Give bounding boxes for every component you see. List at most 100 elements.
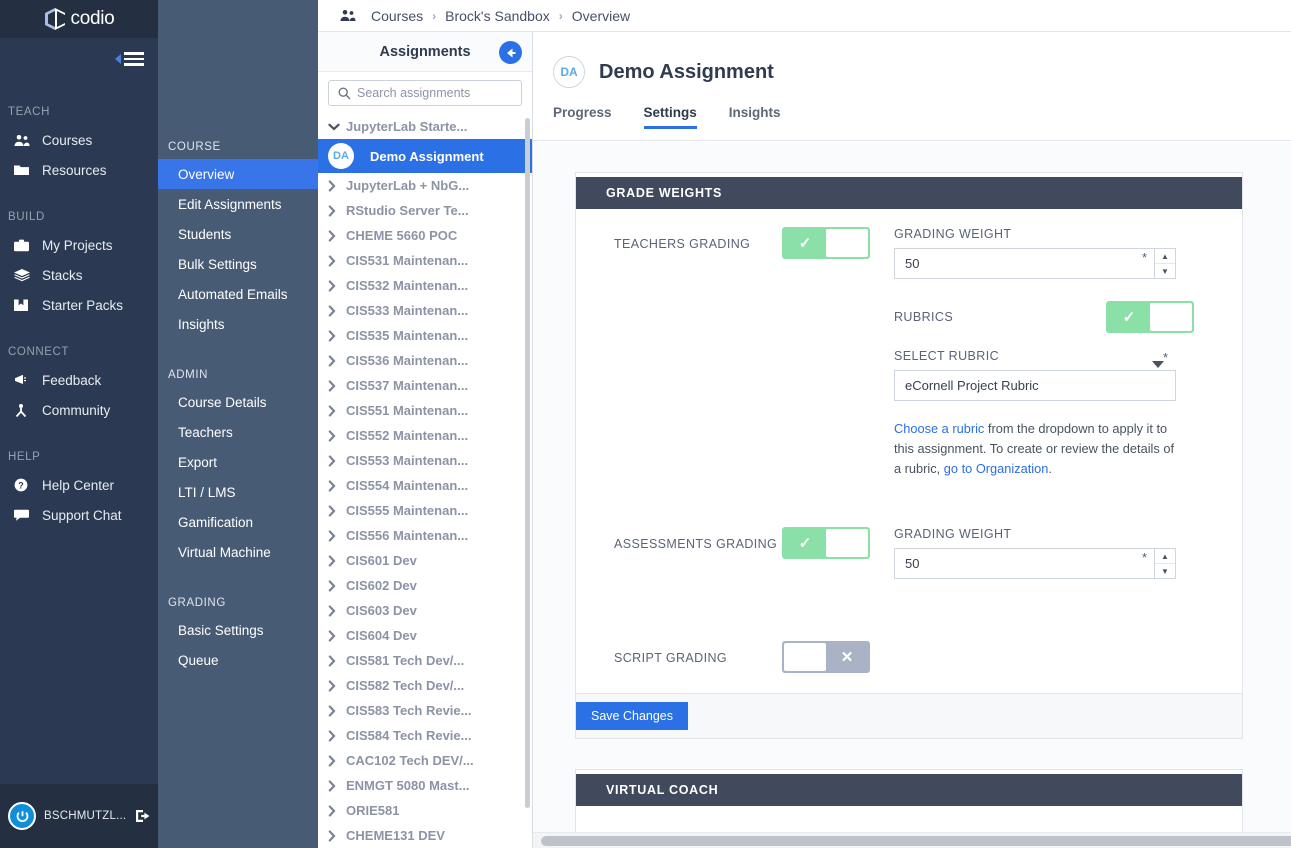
list-item[interactable]: CIS533 Maintenan... <box>318 298 532 323</box>
list-item[interactable]: CIS552 Maintenan... <box>318 423 532 448</box>
stepper-up-icon[interactable]: ▲ <box>1155 549 1175 564</box>
sidebar-item-feedback[interactable]: Feedback <box>0 365 158 395</box>
script-grading-label: SCRIPT GRADING <box>614 651 728 665</box>
go-to-organization-link[interactable]: go to Organization <box>944 461 1049 476</box>
sidebar-item-resources[interactable]: Resources <box>0 155 158 185</box>
stepper-up-icon[interactable]: ▲ <box>1155 249 1175 264</box>
list-item[interactable]: CIS581 Tech Dev/... <box>318 648 532 673</box>
assessments-grading-label: ASSESSMENTS GRADING <box>614 537 778 551</box>
save-changes-button[interactable]: Save Changes <box>576 702 689 730</box>
sidebar-item-my-projects[interactable]: My Projects <box>0 230 158 260</box>
choose-a-rubric-link[interactable]: Choose a rubric <box>894 421 984 436</box>
list-item[interactable]: CHEME131 DEV <box>318 823 532 848</box>
course-nav-item-students[interactable]: Students <box>158 219 318 249</box>
course-nav-item-virtual-machine[interactable]: Virtual Machine <box>158 537 318 567</box>
list-item[interactable]: CIS553 Maintenan... <box>318 448 532 473</box>
list-item[interactable]: ORIE581 <box>318 798 532 823</box>
list-item[interactable]: CHEME 5660 POC <box>318 223 532 248</box>
course-nav-item-insights[interactable]: Insights <box>158 309 318 339</box>
list-item[interactable]: CIS536 Maintenan... <box>318 348 532 373</box>
list-item[interactable]: CIS535 Maintenan... <box>318 323 532 348</box>
course-nav-item-course-details[interactable]: Course Details <box>158 387 318 417</box>
sidebar-item-help-center[interactable]: ? Help Center <box>0 470 158 500</box>
list-item[interactable]: CIS551 Maintenan... <box>318 398 532 423</box>
list-item-label: CHEME131 DEV <box>346 828 445 843</box>
course-nav-item-lti-lms[interactable]: LTI / LMS <box>158 477 318 507</box>
teachers-grading-weight-input[interactable]: 50 * <box>894 248 1154 279</box>
user-bar[interactable]: BSCHMUTZL... <box>0 784 158 848</box>
folder-icon <box>14 164 42 176</box>
breadcrumb-item-sandbox[interactable]: Brock's Sandbox <box>445 8 550 24</box>
list-item[interactable]: CIS603 Dev <box>318 598 532 623</box>
script-grading-row: SCRIPT GRADING ✕ <box>576 641 1242 673</box>
sidebar-item-community[interactable]: Community <box>0 395 158 425</box>
teachers-grading-stepper[interactable]: ▲ ▼ <box>1154 248 1176 279</box>
search-box[interactable] <box>328 80 522 106</box>
assignments-list[interactable]: JupyterLab Starte... DA Demo Assignment … <box>318 114 532 848</box>
breadcrumb-item-courses[interactable]: Courses <box>371 8 423 24</box>
list-item[interactable]: CIS555 Maintenan... <box>318 498 532 523</box>
list-item[interactable]: CIS604 Dev <box>318 623 532 648</box>
logout-icon[interactable] <box>136 809 151 823</box>
course-nav-item-teachers[interactable]: Teachers <box>158 417 318 447</box>
horizontal-scrollbar-thumb[interactable] <box>541 836 1291 846</box>
assessments-grading-weight-input[interactable]: 50 * <box>894 548 1154 579</box>
breadcrumb-item-overview[interactable]: Overview <box>572 8 630 24</box>
list-item[interactable]: ENMGT 5080 Mast... <box>318 773 532 798</box>
sidebar-item-label: Courses <box>42 132 93 148</box>
course-nav-item-export[interactable]: Export <box>158 447 318 477</box>
rubrics-toggle[interactable]: ✓ <box>1106 301 1194 333</box>
arrow-left-circle-icon[interactable] <box>499 41 522 64</box>
course-nav-item-overview[interactable]: Overview <box>158 159 318 189</box>
list-item-selected[interactable]: DA Demo Assignment <box>318 139 532 173</box>
sidebar-item-starter-packs[interactable]: Starter Packs <box>0 290 158 320</box>
course-nav-item-basic-settings[interactable]: Basic Settings <box>158 615 318 645</box>
list-item[interactable]: CIS584 Tech Revie... <box>318 723 532 748</box>
brand-logo[interactable]: codio <box>0 0 158 38</box>
teachers-grading-toggle[interactable]: ✓ <box>782 227 870 259</box>
list-item[interactable]: CIS556 Maintenan... <box>318 523 532 548</box>
hamburger-menu-icon[interactable] <box>115 52 144 66</box>
course-nav-item-automated-emails[interactable]: Automated Emails <box>158 279 318 309</box>
assessments-grading-toggle[interactable]: ✓ <box>782 527 870 559</box>
list-item[interactable]: CIS532 Maintenan... <box>318 273 532 298</box>
teachers-grading-weight-value: 50 <box>905 256 920 271</box>
search-input[interactable] <box>357 86 507 100</box>
list-item[interactable]: CIS531 Maintenan... <box>318 248 532 273</box>
list-item[interactable]: CIS583 Tech Revie... <box>318 698 532 723</box>
selected-rubric-value: eCornell Project Rubric <box>905 378 1039 393</box>
stepper-down-icon[interactable]: ▼ <box>1155 564 1175 578</box>
list-item[interactable]: CIS537 Maintenan... <box>318 373 532 398</box>
list-item-label: CIS535 Maintenan... <box>346 328 469 343</box>
sidebar-item-support-chat[interactable]: Support Chat <box>0 500 158 530</box>
chevron-right-icon <box>328 673 336 698</box>
chat-bubble-icon <box>14 509 42 521</box>
list-item[interactable]: JupyterLab Starte... <box>318 114 532 139</box>
list-item[interactable]: CIS582 Tech Dev/... <box>318 673 532 698</box>
check-icon: ✓ <box>798 535 812 552</box>
list-item[interactable]: RStudio Server Te... <box>318 198 532 223</box>
chevron-right-icon <box>328 798 336 823</box>
list-item[interactable]: CIS601 Dev <box>318 548 532 573</box>
course-nav-item-queue[interactable]: Queue <box>158 645 318 675</box>
assessments-grading-stepper[interactable]: ▲ ▼ <box>1154 548 1176 579</box>
sidebar-item-courses[interactable]: Courses <box>0 125 158 155</box>
tab-settings[interactable]: Settings <box>643 105 698 129</box>
select-rubric-dropdown[interactable]: eCornell Project Rubric * <box>894 350 1176 401</box>
list-item[interactable]: JupyterLab + NbG... <box>318 173 532 198</box>
tab-insights[interactable]: Insights <box>729 105 781 129</box>
list-item[interactable]: CIS554 Maintenan... <box>318 473 532 498</box>
breadcrumb: Courses › Brock's Sandbox › Overview <box>318 0 1291 32</box>
sidebar-item-stacks[interactable]: Stacks <box>0 260 158 290</box>
stepper-down-icon[interactable]: ▼ <box>1155 264 1175 278</box>
list-item[interactable]: CIS602 Dev <box>318 573 532 598</box>
tab-progress[interactable]: Progress <box>553 105 612 129</box>
list-item[interactable]: CAC102 Tech DEV/... <box>318 748 532 773</box>
script-grading-toggle[interactable]: ✕ <box>782 641 870 673</box>
assignments-list-scrollbar[interactable] <box>525 118 530 808</box>
course-nav-item-edit-assignments[interactable]: Edit Assignments <box>158 189 318 219</box>
course-nav-item-gamification[interactable]: Gamification <box>158 507 318 537</box>
horizontal-scrollbar-track[interactable] <box>533 832 1291 848</box>
course-nav-item-bulk-settings[interactable]: Bulk Settings <box>158 249 318 279</box>
courses-people-icon <box>14 134 42 147</box>
